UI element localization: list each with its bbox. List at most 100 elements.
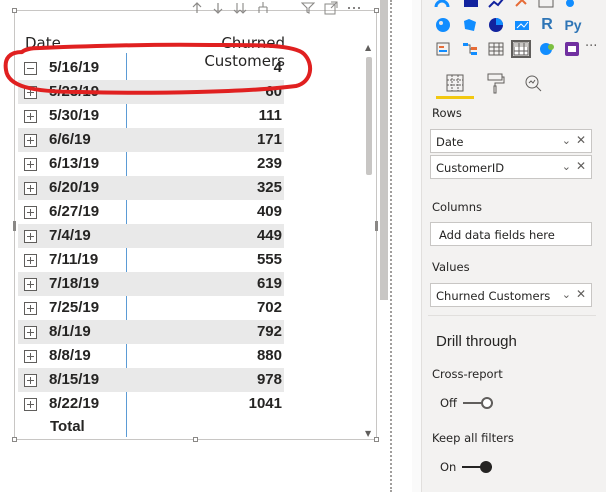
kpi-visual-icon[interactable] (486, 0, 506, 12)
matrix-vertical-scrollbar[interactable]: ▲ ▼ (364, 43, 374, 438)
resize-handle-bottom[interactable] (193, 437, 198, 442)
toggle-switch-off[interactable] (462, 397, 493, 409)
expand-icon[interactable] (24, 182, 37, 195)
go-to-next-level-icon[interactable] (233, 1, 247, 15)
row-churned-value: 1041 (248, 395, 282, 412)
table-row[interactable]: 5/30/19 111 (18, 104, 284, 128)
drill-down-icon[interactable] (212, 1, 224, 15)
column-header-date[interactable]: Date (25, 34, 61, 52)
rows-field-customerid[interactable]: CustomerID ⌄ ✕ (430, 155, 592, 179)
map-visual-icon[interactable] (433, 16, 453, 34)
table-row[interactable]: 6/13/19 239 (18, 152, 284, 176)
drill-up-icon[interactable] (191, 1, 203, 15)
table-row[interactable]: 8/1/19 792 (18, 320, 284, 344)
resize-handle-bottom-left[interactable] (12, 437, 17, 442)
custom-visual-icon[interactable] (562, 40, 582, 58)
gauge-visual-icon[interactable] (432, 0, 452, 12)
table-row[interactable]: 7/25/19 702 (18, 296, 284, 320)
table-row[interactable]: 5/16/19 4 (18, 56, 284, 80)
scroll-up-arrow-icon[interactable]: ▲ (365, 43, 371, 52)
matrix-header: Date Churned Customers (23, 23, 293, 70)
filter-icon[interactable] (301, 1, 315, 15)
focus-mode-icon[interactable] (324, 1, 338, 15)
analytics-magnifier-icon[interactable] (522, 72, 544, 94)
key-influencers-visual-icon[interactable] (433, 40, 453, 58)
columns-drop-zone[interactable]: Add data fields here (430, 222, 592, 246)
slicer-visual-icon[interactable] (512, 0, 532, 12)
total-row-label: Total (50, 418, 85, 435)
table-row[interactable]: 6/6/19 171 (18, 128, 284, 152)
remove-field-icon[interactable]: ✕ (576, 287, 586, 301)
resize-handle-bottom-right[interactable] (374, 437, 379, 442)
python-visual-icon[interactable]: Py (563, 16, 583, 34)
qna-visual-icon[interactable] (537, 40, 557, 58)
table-visual-icon[interactable] (536, 0, 556, 12)
collapse-icon[interactable] (24, 62, 37, 75)
expand-icon[interactable] (24, 206, 37, 219)
canvas-scrollbar[interactable] (380, 0, 388, 300)
expand-icon[interactable] (24, 302, 37, 315)
arcgis-map-visual-icon[interactable] (512, 16, 532, 34)
expand-icon[interactable] (24, 374, 37, 387)
row-date: 5/30/19 (49, 107, 100, 124)
card-visual-icon[interactable] (461, 0, 481, 12)
keep-all-filters-toggle[interactable]: On (440, 460, 493, 474)
row-churned-value: 555 (256, 251, 282, 268)
table-row[interactable]: 8/22/19 1041 (18, 392, 284, 416)
expand-icon[interactable] (24, 254, 37, 267)
resize-handle-top-left[interactable] (12, 8, 17, 13)
keep-all-filters-label: Keep all filters (432, 431, 514, 445)
remove-field-icon[interactable]: ✕ (576, 133, 586, 147)
table-row[interactable]: 7/18/19 619 (18, 272, 284, 296)
table-row[interactable]: 8/8/19 880 (18, 344, 284, 368)
cross-report-toggle[interactable]: Off (440, 396, 493, 410)
shape-map-visual-icon[interactable] (486, 16, 506, 34)
fields-tab-icon[interactable] (444, 72, 466, 94)
decomposition-tree-visual-icon[interactable] (460, 40, 480, 58)
pane-divider[interactable] (390, 0, 392, 492)
chevron-down-icon[interactable]: ⌄ (562, 134, 571, 147)
values-field-churned-customers[interactable]: Churned Customers ⌄ ✕ (430, 283, 592, 307)
more-options-icon[interactable] (347, 1, 361, 15)
expand-icon[interactable] (24, 230, 37, 243)
expand-icon[interactable] (24, 398, 37, 411)
filled-map-visual-icon[interactable] (460, 16, 480, 34)
expand-icon[interactable] (24, 110, 37, 123)
more-visuals-button[interactable]: ··· (585, 39, 597, 54)
resize-grip-left[interactable] (13, 221, 16, 231)
row-date: 6/6/19 (49, 131, 91, 148)
table-row[interactable]: 6/20/19 325 (18, 176, 284, 200)
table-row[interactable]: 5/23/19 60 (18, 80, 284, 104)
table-row[interactable]: 7/11/19 555 (18, 248, 284, 272)
format-paint-roller-icon[interactable] (484, 72, 506, 94)
row-date: 8/22/19 (49, 395, 100, 412)
map-visual-icon[interactable] (560, 0, 580, 12)
expand-icon[interactable] (24, 134, 37, 147)
chevron-down-icon[interactable]: ⌄ (562, 160, 571, 173)
table-row[interactable]: 8/15/19 978 (18, 368, 284, 392)
resize-grip-right[interactable] (375, 221, 378, 231)
expand-icon[interactable] (24, 278, 37, 291)
pane-tabs (436, 68, 596, 102)
matrix-visual[interactable]: Date Churned Customers 5/16/19 4 5/23/19 60… (12, 1, 379, 442)
remove-field-icon[interactable]: ✕ (576, 159, 586, 173)
resize-handle-top-right[interactable] (374, 8, 379, 13)
expand-icon[interactable] (24, 86, 37, 99)
matrix-visual-icon[interactable] (511, 40, 531, 58)
expand-hierarchy-icon[interactable] (256, 1, 270, 15)
expand-icon[interactable] (24, 158, 37, 171)
chevron-down-icon[interactable]: ⌄ (562, 288, 571, 301)
table-row[interactable]: 6/27/19 409 (18, 200, 284, 224)
table-visual-icon[interactable] (486, 40, 506, 58)
toggle-switch-on[interactable] (462, 461, 493, 473)
rows-field-date[interactable]: Date ⌄ ✕ (430, 129, 592, 153)
table-row[interactable]: 7/4/19 449 (18, 224, 284, 248)
drop-zone-placeholder: Add data fields here (439, 228, 555, 242)
row-churned-value: 111 (258, 107, 282, 124)
scrollbar-thumb[interactable] (366, 57, 372, 175)
r-visual-icon[interactable]: R (537, 16, 557, 34)
row-date: 6/13/19 (49, 155, 100, 172)
expand-icon[interactable] (24, 326, 37, 339)
scroll-down-arrow-icon[interactable]: ▼ (365, 429, 371, 438)
expand-icon[interactable] (24, 350, 37, 363)
